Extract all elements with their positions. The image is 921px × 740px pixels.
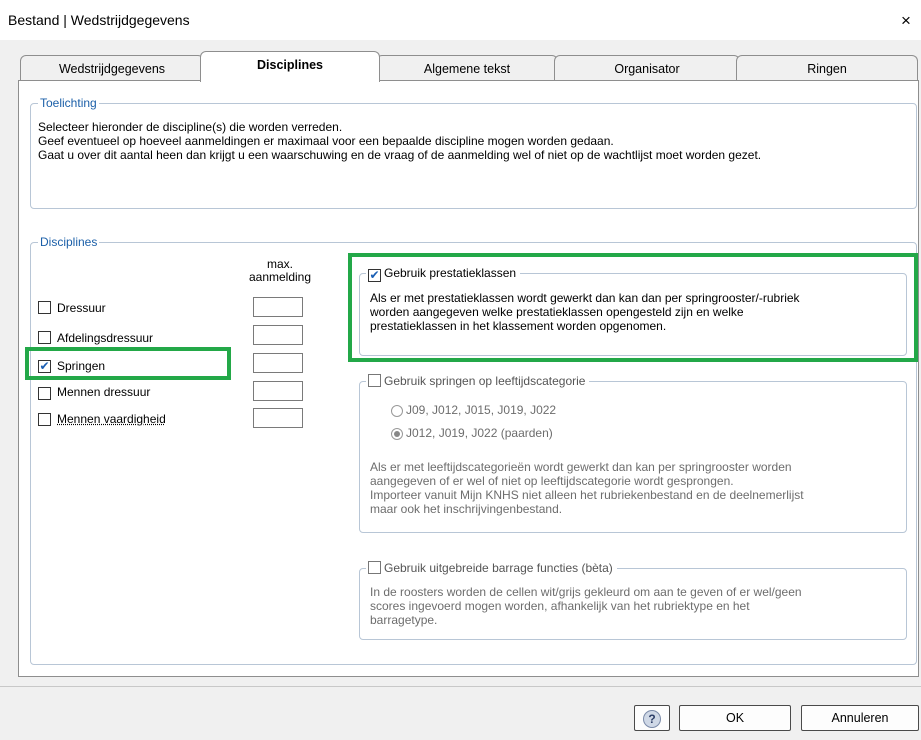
dressuur-label[interactable]: Dressuur bbox=[57, 301, 106, 316]
dressuur-checkbox[interactable] bbox=[38, 301, 51, 314]
springen-highlight bbox=[25, 347, 231, 380]
leeftijd-label[interactable]: Gebruik springen op leeftijdscategorie bbox=[384, 374, 586, 388]
mennen-vaardigheid-checkbox[interactable] bbox=[38, 413, 51, 426]
mennen-dressuur-label[interactable]: Mennen dressuur bbox=[57, 385, 150, 400]
leeftijd-desc-2: aangegeven of er wel of niet op leeftijd… bbox=[370, 474, 734, 488]
bottom-separator bbox=[0, 686, 921, 687]
toelichting-line-1: Selecteer hieronder de discipline(s) die… bbox=[38, 120, 343, 134]
tab-ringen[interactable]: Ringen bbox=[736, 55, 918, 81]
barrage-desc-3: barragetype. bbox=[370, 613, 438, 627]
leeftijd-radio-2-label[interactable]: J012, J019, J022 (paarden) bbox=[406, 426, 553, 441]
help-button[interactable]: ? bbox=[634, 705, 670, 731]
leeftijd-radio-1-label[interactable]: J09, J012, J015, J019, J022 bbox=[406, 403, 556, 418]
ok-button[interactable]: OK bbox=[679, 705, 791, 731]
close-button[interactable]: × bbox=[893, 8, 919, 34]
springen-max-input[interactable] bbox=[253, 353, 303, 373]
afdelingsdressuur-max-input[interactable] bbox=[253, 325, 303, 345]
leeftijd-legend[interactable]: Gebruik springen op leeftijdscategorie bbox=[366, 374, 590, 388]
leeftijd-radio-2[interactable] bbox=[391, 428, 403, 440]
barrage-checkbox[interactable] bbox=[368, 561, 381, 574]
mennen-vaardigheid-label[interactable]: Mennen vaardigheid bbox=[57, 412, 166, 427]
barrage-legend[interactable]: Gebruik uitgebreide barrage functies (bè… bbox=[366, 561, 617, 575]
barrage-desc-2: scores ingevoerd mogen worden, afhankeli… bbox=[370, 599, 750, 613]
max-header-line-2: aanmelding bbox=[248, 270, 312, 284]
afdelingsdressuur-label[interactable]: Afdelingsdressuur bbox=[57, 331, 153, 346]
barrage-desc-1: In de roosters worden de cellen wit/grij… bbox=[370, 585, 802, 599]
afdelingsdressuur-checkbox[interactable] bbox=[38, 331, 51, 344]
annuleren-button[interactable]: Annuleren bbox=[801, 705, 919, 731]
mennen-dressuur-checkbox[interactable] bbox=[38, 387, 51, 400]
tab-algemene-tekst[interactable]: Algemene tekst bbox=[376, 55, 558, 81]
barrage-label[interactable]: Gebruik uitgebreide barrage functies (bè… bbox=[384, 561, 613, 575]
prestatie-highlight bbox=[348, 253, 918, 362]
tab-disciplines[interactable]: Disciplines bbox=[200, 51, 380, 82]
tab-wedstrijdgegevens[interactable]: Wedstrijdgegevens bbox=[20, 55, 204, 81]
leeftijd-desc-4: maar ook het inschrijvingenbestand. bbox=[370, 502, 563, 516]
disciplines-legend: Disciplines bbox=[38, 235, 100, 249]
tab-organisator[interactable]: Organisator bbox=[554, 55, 740, 81]
toelichting-line-3: Gaat u over dit aantal heen dan krijgt u… bbox=[38, 148, 762, 162]
toelichting-line-2: Geef eventueel op hoeveel aanmeldingen e… bbox=[38, 134, 614, 148]
dressuur-max-input[interactable] bbox=[253, 297, 303, 317]
help-icon: ? bbox=[643, 709, 661, 728]
mennen-vaardigheid-max-input[interactable] bbox=[253, 408, 303, 428]
window-title: Bestand | Wedstrijdgegevens bbox=[8, 12, 190, 28]
mennen-dressuur-max-input[interactable] bbox=[253, 381, 303, 401]
toelichting-legend: Toelichting bbox=[38, 96, 99, 110]
leeftijd-radio-1[interactable] bbox=[391, 405, 403, 417]
leeftijd-checkbox[interactable] bbox=[368, 374, 381, 387]
leeftijd-desc-3: Importeer vanuit Mijn KNHS niet alleen h… bbox=[370, 488, 804, 502]
leeftijd-desc-1: Als er met leeftijdscategorieën wordt ge… bbox=[370, 460, 792, 474]
